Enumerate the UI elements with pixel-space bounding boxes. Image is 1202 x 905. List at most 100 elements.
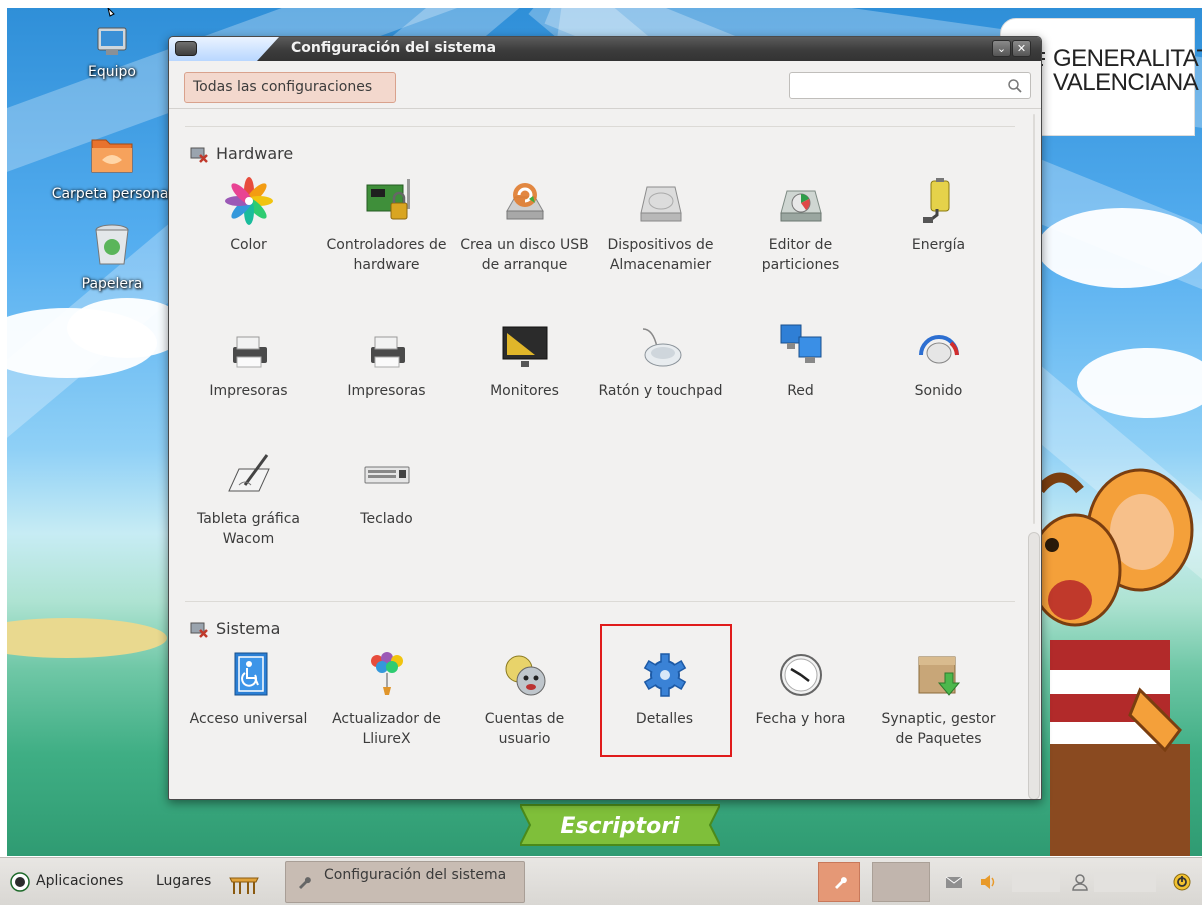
settings-item-label: Editor de particiones — [761, 237, 840, 273]
power-icon[interactable] — [1172, 872, 1192, 892]
settings-item-label: Dispositivos de Almacenamier — [607, 237, 714, 273]
sound-knob-icon — [918, 335, 959, 364]
keyboard-icon — [364, 466, 409, 484]
settings-item-power[interactable]: Energía — [871, 177, 1006, 255]
hardware-section-icon — [190, 147, 208, 163]
section-title: Hardware — [216, 144, 294, 163]
window-menu-button[interactable] — [175, 41, 197, 56]
monitor-icon — [502, 326, 547, 367]
mouse-icon — [642, 328, 681, 367]
settings-item-synaptic[interactable]: Synaptic, gestor de Paquetes — [871, 651, 1006, 749]
taskbar-window-button[interactable]: Configuración del sistema — [285, 861, 525, 903]
logo-line-2: VALENCIANA — [1053, 69, 1199, 96]
vertical-scrollbar[interactable] — [1027, 110, 1041, 799]
wrench-icon — [835, 877, 847, 889]
user-accounts-icon — [505, 655, 545, 696]
synaptic-package-icon — [918, 656, 960, 696]
hardware-drivers-icon — [366, 179, 410, 220]
wrench-icon — [299, 877, 311, 889]
workspace-switcher[interactable] — [872, 862, 930, 902]
banner-text: Escriptori — [560, 814, 680, 839]
settings-item-network[interactable]: Red — [733, 323, 868, 401]
mascot-illustration — [1030, 468, 1194, 856]
home-folder-icon — [91, 139, 133, 173]
settings-item-monitors[interactable]: Monitores — [457, 323, 592, 401]
computer-icon — [97, 8, 127, 55]
settings-item-printers[interactable]: Impresoras — [181, 323, 316, 401]
settings-item-partition-editor[interactable]: Editor de particiones — [733, 177, 868, 275]
minimize-button[interactable]: ⌄ — [992, 40, 1011, 57]
settings-item-mouse-touchpad[interactable]: Ratón y touchpad — [593, 323, 728, 401]
settings-item-label: Impresoras — [209, 383, 288, 399]
close-button[interactable]: ✕ — [1012, 40, 1031, 57]
scrollbar-thumb[interactable] — [1028, 532, 1040, 799]
system-section-icon — [190, 622, 208, 638]
settings-item-wacom-tablet[interactable]: Tableta gráfica Wacom — [181, 451, 316, 549]
color-flower-icon — [224, 177, 273, 225]
settings-item-color[interactable]: Color — [181, 177, 316, 255]
settings-item-storage-devices[interactable]: Dispositivos de Almacenamier — [593, 177, 728, 275]
desktop-icon-label: Equipo — [88, 64, 136, 80]
settings-item-label: Teclado — [360, 511, 413, 527]
storage-devices-icon — [639, 186, 682, 222]
chevron-down-icon: ⌄ — [996, 42, 1007, 55]
applications-menu-label: Aplicaciones — [36, 873, 124, 889]
window-titlebar[interactable]: Configuración del sistema ⌄ ✕ — [169, 37, 1041, 61]
settings-item-label: Synaptic, gestor de Paquetes — [881, 711, 996, 747]
island — [7, 618, 167, 658]
scrollbar-track — [1033, 114, 1035, 524]
cloud — [1037, 208, 1202, 288]
cloud — [1077, 348, 1202, 418]
settings-item-label: Cuentas de usuario — [484, 711, 565, 747]
settings-item-label: Actualizador de LliureX — [332, 711, 441, 747]
escriptori-banner: Escriptori — [520, 804, 720, 846]
trash-icon — [95, 224, 129, 265]
taskbar-window-label: Configuración del sistema — [324, 867, 507, 883]
places-menu[interactable]: Lugares — [156, 873, 211, 889]
settings-item-keyboard[interactable]: Teclado — [319, 451, 454, 529]
section-title: Sistema — [216, 619, 281, 638]
desktop-icon-home-folder[interactable]: Carpeta personal — [42, 130, 182, 202]
applications-menu-icon — [10, 872, 30, 892]
settings-item-label: Red — [787, 383, 814, 399]
printer-icon — [232, 336, 267, 368]
settings-item-label: Ratón y touchpad — [598, 383, 723, 399]
show-desktop-icon[interactable] — [228, 872, 260, 896]
all-settings-button[interactable]: Todas las configuraciones — [184, 72, 396, 103]
printer-icon — [370, 336, 405, 368]
section-divider — [185, 601, 1015, 602]
settings-item-label: Energía — [911, 237, 966, 253]
close-icon: ✕ — [1016, 42, 1027, 55]
desktop-icon-label: Carpeta personal — [51, 186, 173, 202]
wacom-tablet-icon — [227, 454, 270, 492]
redacted-clock — [1012, 872, 1060, 892]
settings-item-label: Impresoras — [347, 383, 426, 399]
settings-item-hardware-drivers[interactable]: Controladores de hardware — [319, 177, 454, 275]
desktop-icon-computer[interactable]: Equipo — [42, 8, 182, 80]
search-field[interactable] — [789, 72, 1031, 99]
search-input[interactable] — [796, 73, 996, 98]
partition-editor-icon — [779, 190, 822, 222]
search-icon — [1008, 79, 1022, 93]
settings-item-user-accounts[interactable]: Cuentas de usuario — [457, 651, 592, 749]
settings-item-usb-startup-disk[interactable]: Crea un disco USB de arranque — [457, 177, 592, 275]
settings-item-printers-2[interactable]: Impresoras — [319, 323, 454, 401]
settings-item-date-time[interactable]: Fecha y hora — [733, 651, 868, 729]
settings-item-label: Sonido — [914, 383, 963, 399]
usb-startup-disk-icon — [505, 183, 544, 220]
settings-item-label: Color — [230, 237, 267, 253]
tray-active-settings[interactable] — [818, 862, 860, 902]
settings-item-label: Monitores — [490, 383, 559, 399]
network-icon — [780, 324, 821, 363]
user-icon[interactable] — [1070, 872, 1090, 892]
settings-item-lliurex-updater[interactable]: Actualizador de LliureX — [319, 651, 454, 749]
window-toolbar: Todas las configuraciones — [169, 61, 1041, 109]
settings-item-universal-access[interactable]: Acceso universal — [181, 651, 316, 729]
mail-icon[interactable] — [944, 872, 964, 892]
settings-item-label: Tableta gráfica Wacom — [196, 511, 301, 547]
updater-balloons-icon — [370, 652, 403, 695]
settings-item-label: Acceso universal — [189, 711, 308, 727]
desktop-icon-trash[interactable]: Papelera — [42, 220, 182, 292]
settings-item-sound[interactable]: Sonido — [871, 323, 1006, 401]
volume-icon[interactable] — [978, 872, 998, 892]
